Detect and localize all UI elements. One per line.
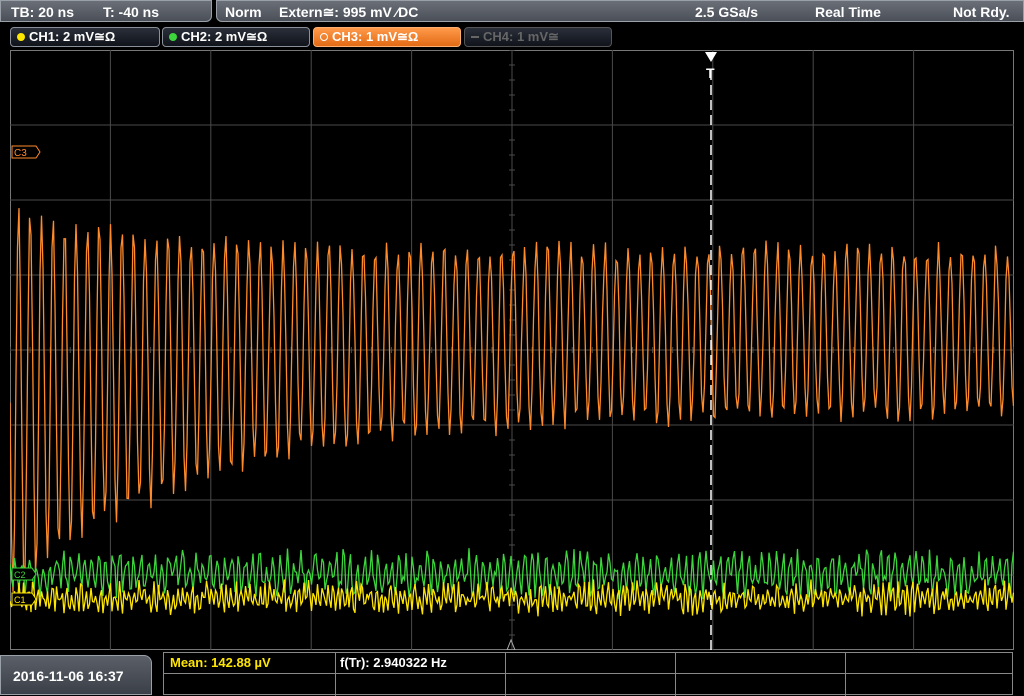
channel-4-label: CH4: 1 mV≅ [483,29,559,44]
channel-2-label: CH2: 2 mV≅Ω [181,29,268,44]
channel-3-button[interactable]: CH3: 1 mV≅Ω [313,27,461,47]
trigger-panel[interactable]: Norm Extern≅: 995 mV ⁄DC 2.5 GSa/s Real … [216,0,1024,22]
measurement-divider [505,653,506,696]
measurement-divider [675,653,676,696]
measurement-divider [335,653,336,696]
channel-3-indicator-icon [320,33,328,41]
date-time-label: 2016-11-06 16:37 [13,668,124,684]
channel-1-label: CH1: 2 mV≅Ω [29,29,116,44]
sample-rate: 2.5 GSa/s [695,4,759,20]
mean-measurement: Mean: 142.88 µV [170,655,271,670]
trigger-position-arrow-icon[interactable] [705,52,717,62]
measurement-row-divider [164,673,1012,674]
channel-1-marker-label: C1 [14,595,26,605]
frequency-measurement: f(Tr): 2.940322 Hz [340,655,447,670]
bottom-position-marker-icon [506,638,516,650]
channel-2-marker-label: C2 [14,570,26,580]
channel-4-indicator-icon [471,36,479,38]
trigger-source: Extern≅: 995 mV ⁄DC [279,4,419,20]
trigger-status: Not Rdy. [953,4,1010,20]
timebase-label: TB: 20 ns [11,4,75,20]
channel-2-indicator-icon [169,33,177,41]
channel-4-button[interactable]: CH4: 1 mV≅ [464,27,612,47]
trigger-mode: Norm [225,4,262,20]
channel-3-label: CH3: 1 mV≅Ω [332,29,419,44]
timebase-panel[interactable]: TB: 20 ns T: -40 ns [0,0,212,22]
channel-3-marker-label: C3 [14,148,27,159]
date-time-panel[interactable]: 2016-11-06 16:37 [0,655,152,695]
channel-1-indicator-icon [17,33,25,41]
channel-2-button[interactable]: CH2: 2 mV≅Ω [162,27,310,47]
trigger-time-label: T: -40 ns [103,4,160,20]
acquisition-mode: Real Time [815,4,881,20]
measurement-panel[interactable]: Mean: 142.88 µV f(Tr): 2.940322 Hz [163,652,1013,696]
measurement-divider [845,653,846,696]
channel-1-button[interactable]: CH1: 2 mV≅Ω [10,27,160,47]
trigger-marker-label: T [706,65,715,81]
channel-bar: CH1: 2 mV≅Ω CH2: 2 mV≅Ω CH3: 1 mV≅Ω CH4:… [0,25,1024,49]
waveform-canvas[interactable]: T C3 C2 C1 [10,50,1014,650]
top-status-bar: TB: 20 ns T: -40 ns Norm Extern≅: 995 mV… [0,0,1024,24]
